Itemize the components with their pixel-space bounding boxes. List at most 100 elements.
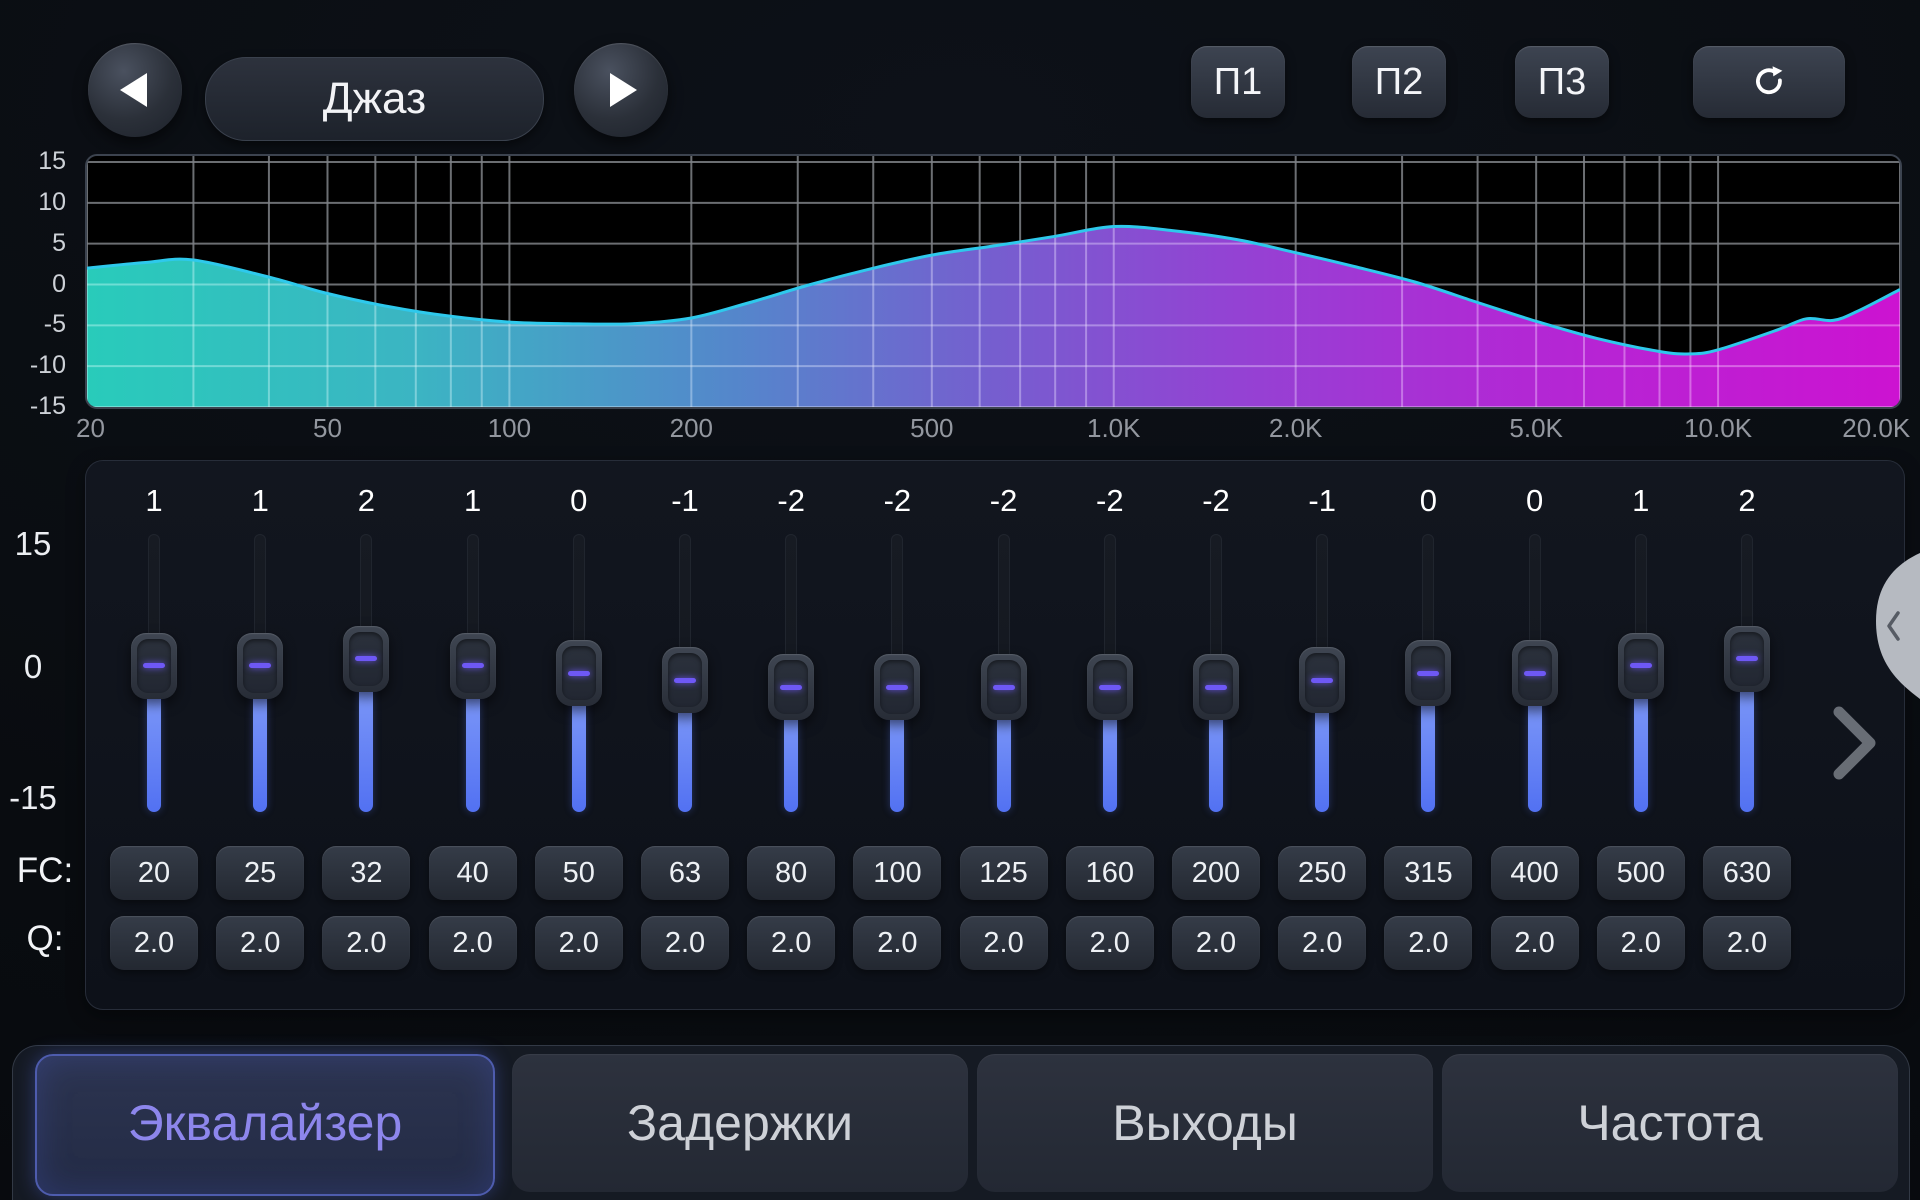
slider-thumb-dash-icon xyxy=(1417,671,1439,676)
band-fc-chip[interactable]: 200 xyxy=(1172,846,1260,900)
freq-tick-label: 50 xyxy=(313,413,342,444)
slider-fill xyxy=(784,705,798,812)
scroll-bands-right-button[interactable] xyxy=(1822,700,1886,786)
band-q-chip[interactable]: 2.0 xyxy=(1172,916,1260,970)
band-q-chip[interactable]: 2.0 xyxy=(535,916,623,970)
freq-tick-label: 1.0K xyxy=(1087,413,1141,444)
band-gain-slider[interactable] xyxy=(951,521,1057,841)
tab-equalizer[interactable]: Эквалайзер xyxy=(35,1054,495,1196)
slider-thumb[interactable] xyxy=(1193,654,1239,720)
band-fc-chip[interactable]: 125 xyxy=(960,846,1048,900)
slider-thumb[interactable] xyxy=(1087,654,1133,720)
band-gain-slider[interactable] xyxy=(101,521,207,841)
band-gain-slider[interactable] xyxy=(738,521,844,841)
fc-row-label: FC: xyxy=(0,851,90,891)
band-gain-slider[interactable] xyxy=(1588,521,1694,841)
band-gain-value: 2 xyxy=(1694,483,1800,519)
band-q-chip[interactable]: 2.0 xyxy=(216,916,304,970)
band-gain-slider[interactable] xyxy=(1269,521,1375,841)
band-gain-slider[interactable] xyxy=(632,521,738,841)
band-q-chip[interactable]: 2.0 xyxy=(960,916,1048,970)
tab-outputs[interactable]: Выходы xyxy=(977,1054,1433,1192)
slider-thumb[interactable] xyxy=(981,654,1027,720)
band-q-chip[interactable]: 2.0 xyxy=(1597,916,1685,970)
band-q-chip[interactable]: 2.0 xyxy=(322,916,410,970)
band-fc-chip[interactable]: 80 xyxy=(747,846,835,900)
slider-thumb[interactable] xyxy=(1299,647,1345,713)
band-gain-value: -1 xyxy=(632,483,738,519)
band-q-chip[interactable]: 2.0 xyxy=(1384,916,1472,970)
slider-thumb[interactable] xyxy=(662,647,708,713)
handle-shape xyxy=(1876,553,1920,699)
band-gain-slider[interactable] xyxy=(844,521,950,841)
memory-preset-1-button[interactable]: П1 xyxy=(1191,46,1285,118)
slider-thumb[interactable] xyxy=(1724,626,1770,692)
reset-eq-button[interactable] xyxy=(1693,46,1845,118)
memory-preset-3-button[interactable]: П3 xyxy=(1515,46,1609,118)
slider-thumb[interactable] xyxy=(343,626,389,692)
band-fc-chip[interactable]: 500 xyxy=(1597,846,1685,900)
slider-thumb[interactable] xyxy=(450,633,496,699)
slider-thumb-dash-icon xyxy=(1630,663,1652,668)
band-fc-chip[interactable]: 25 xyxy=(216,846,304,900)
band-fc-chip[interactable]: 160 xyxy=(1066,846,1154,900)
band-gain-value: -2 xyxy=(1163,483,1269,519)
band-fc-chip[interactable]: 32 xyxy=(322,846,410,900)
chevron-right-icon xyxy=(1839,712,1870,774)
band-q-chip[interactable]: 2.0 xyxy=(110,916,198,970)
slider-thumb[interactable] xyxy=(874,654,920,720)
band-gain-slider[interactable] xyxy=(1694,521,1800,841)
band-q-chip[interactable]: 2.0 xyxy=(1703,916,1791,970)
band-q-chip[interactable]: 2.0 xyxy=(1066,916,1154,970)
preset-next-button[interactable] xyxy=(574,43,668,137)
slider-thumb-dash-icon xyxy=(1736,656,1758,661)
band-q-chip[interactable]: 2.0 xyxy=(1491,916,1579,970)
memory-preset-2-button[interactable]: П2 xyxy=(1352,46,1446,118)
slider-thumb-dash-icon xyxy=(355,656,377,661)
band-q-chip[interactable]: 2.0 xyxy=(1278,916,1366,970)
eq-band: 0 315 2.0 xyxy=(1375,461,1481,1009)
preset-name-selector[interactable]: Джаз xyxy=(205,57,544,141)
slider-thumb[interactable] xyxy=(237,633,283,699)
db-tick-label: -5 xyxy=(0,310,66,339)
slider-fill xyxy=(1528,691,1542,812)
band-fc-chip[interactable]: 50 xyxy=(535,846,623,900)
slider-thumb[interactable] xyxy=(556,640,602,706)
slider-thumb[interactable] xyxy=(1618,633,1664,699)
band-gain-value: -2 xyxy=(951,483,1057,519)
band-q-chip[interactable]: 2.0 xyxy=(853,916,941,970)
slider-thumb-dash-icon xyxy=(143,663,165,668)
band-fc-chip[interactable]: 100 xyxy=(853,846,941,900)
band-q-chip[interactable]: 2.0 xyxy=(429,916,517,970)
preset-prev-button[interactable] xyxy=(88,43,182,137)
slider-thumb-dash-icon xyxy=(1205,685,1227,690)
band-gain-slider[interactable] xyxy=(1057,521,1163,841)
band-fc-chip[interactable]: 250 xyxy=(1278,846,1366,900)
band-fc-chip[interactable]: 63 xyxy=(641,846,729,900)
tab-delays[interactable]: Задержки xyxy=(512,1054,968,1192)
slider-thumb[interactable] xyxy=(768,654,814,720)
band-q-chip[interactable]: 2.0 xyxy=(641,916,729,970)
band-q-chip[interactable]: 2.0 xyxy=(747,916,835,970)
band-gain-slider[interactable] xyxy=(1482,521,1588,841)
band-fc-chip[interactable]: 20 xyxy=(110,846,198,900)
band-gain-slider[interactable] xyxy=(207,521,313,841)
side-panel-handle[interactable] xyxy=(1858,551,1920,705)
band-gain-slider[interactable] xyxy=(1163,521,1269,841)
band-gain-slider[interactable] xyxy=(313,521,419,841)
slider-thumb[interactable] xyxy=(131,633,177,699)
slider-thumb[interactable] xyxy=(1405,640,1451,706)
band-gain-slider[interactable] xyxy=(1375,521,1481,841)
band-gain-slider[interactable] xyxy=(526,521,632,841)
freq-tick-label: 20.0K xyxy=(1842,413,1910,444)
slider-thumb[interactable] xyxy=(1512,640,1558,706)
band-gain-slider[interactable] xyxy=(420,521,526,841)
tab-frequency[interactable]: Частота xyxy=(1442,1054,1898,1192)
slider-fill xyxy=(678,698,692,812)
slider-thumb-dash-icon xyxy=(1099,685,1121,690)
slider-fill xyxy=(890,705,904,812)
band-fc-chip[interactable]: 400 xyxy=(1491,846,1579,900)
band-fc-chip[interactable]: 40 xyxy=(429,846,517,900)
band-fc-chip[interactable]: 630 xyxy=(1703,846,1791,900)
band-fc-chip[interactable]: 315 xyxy=(1384,846,1472,900)
